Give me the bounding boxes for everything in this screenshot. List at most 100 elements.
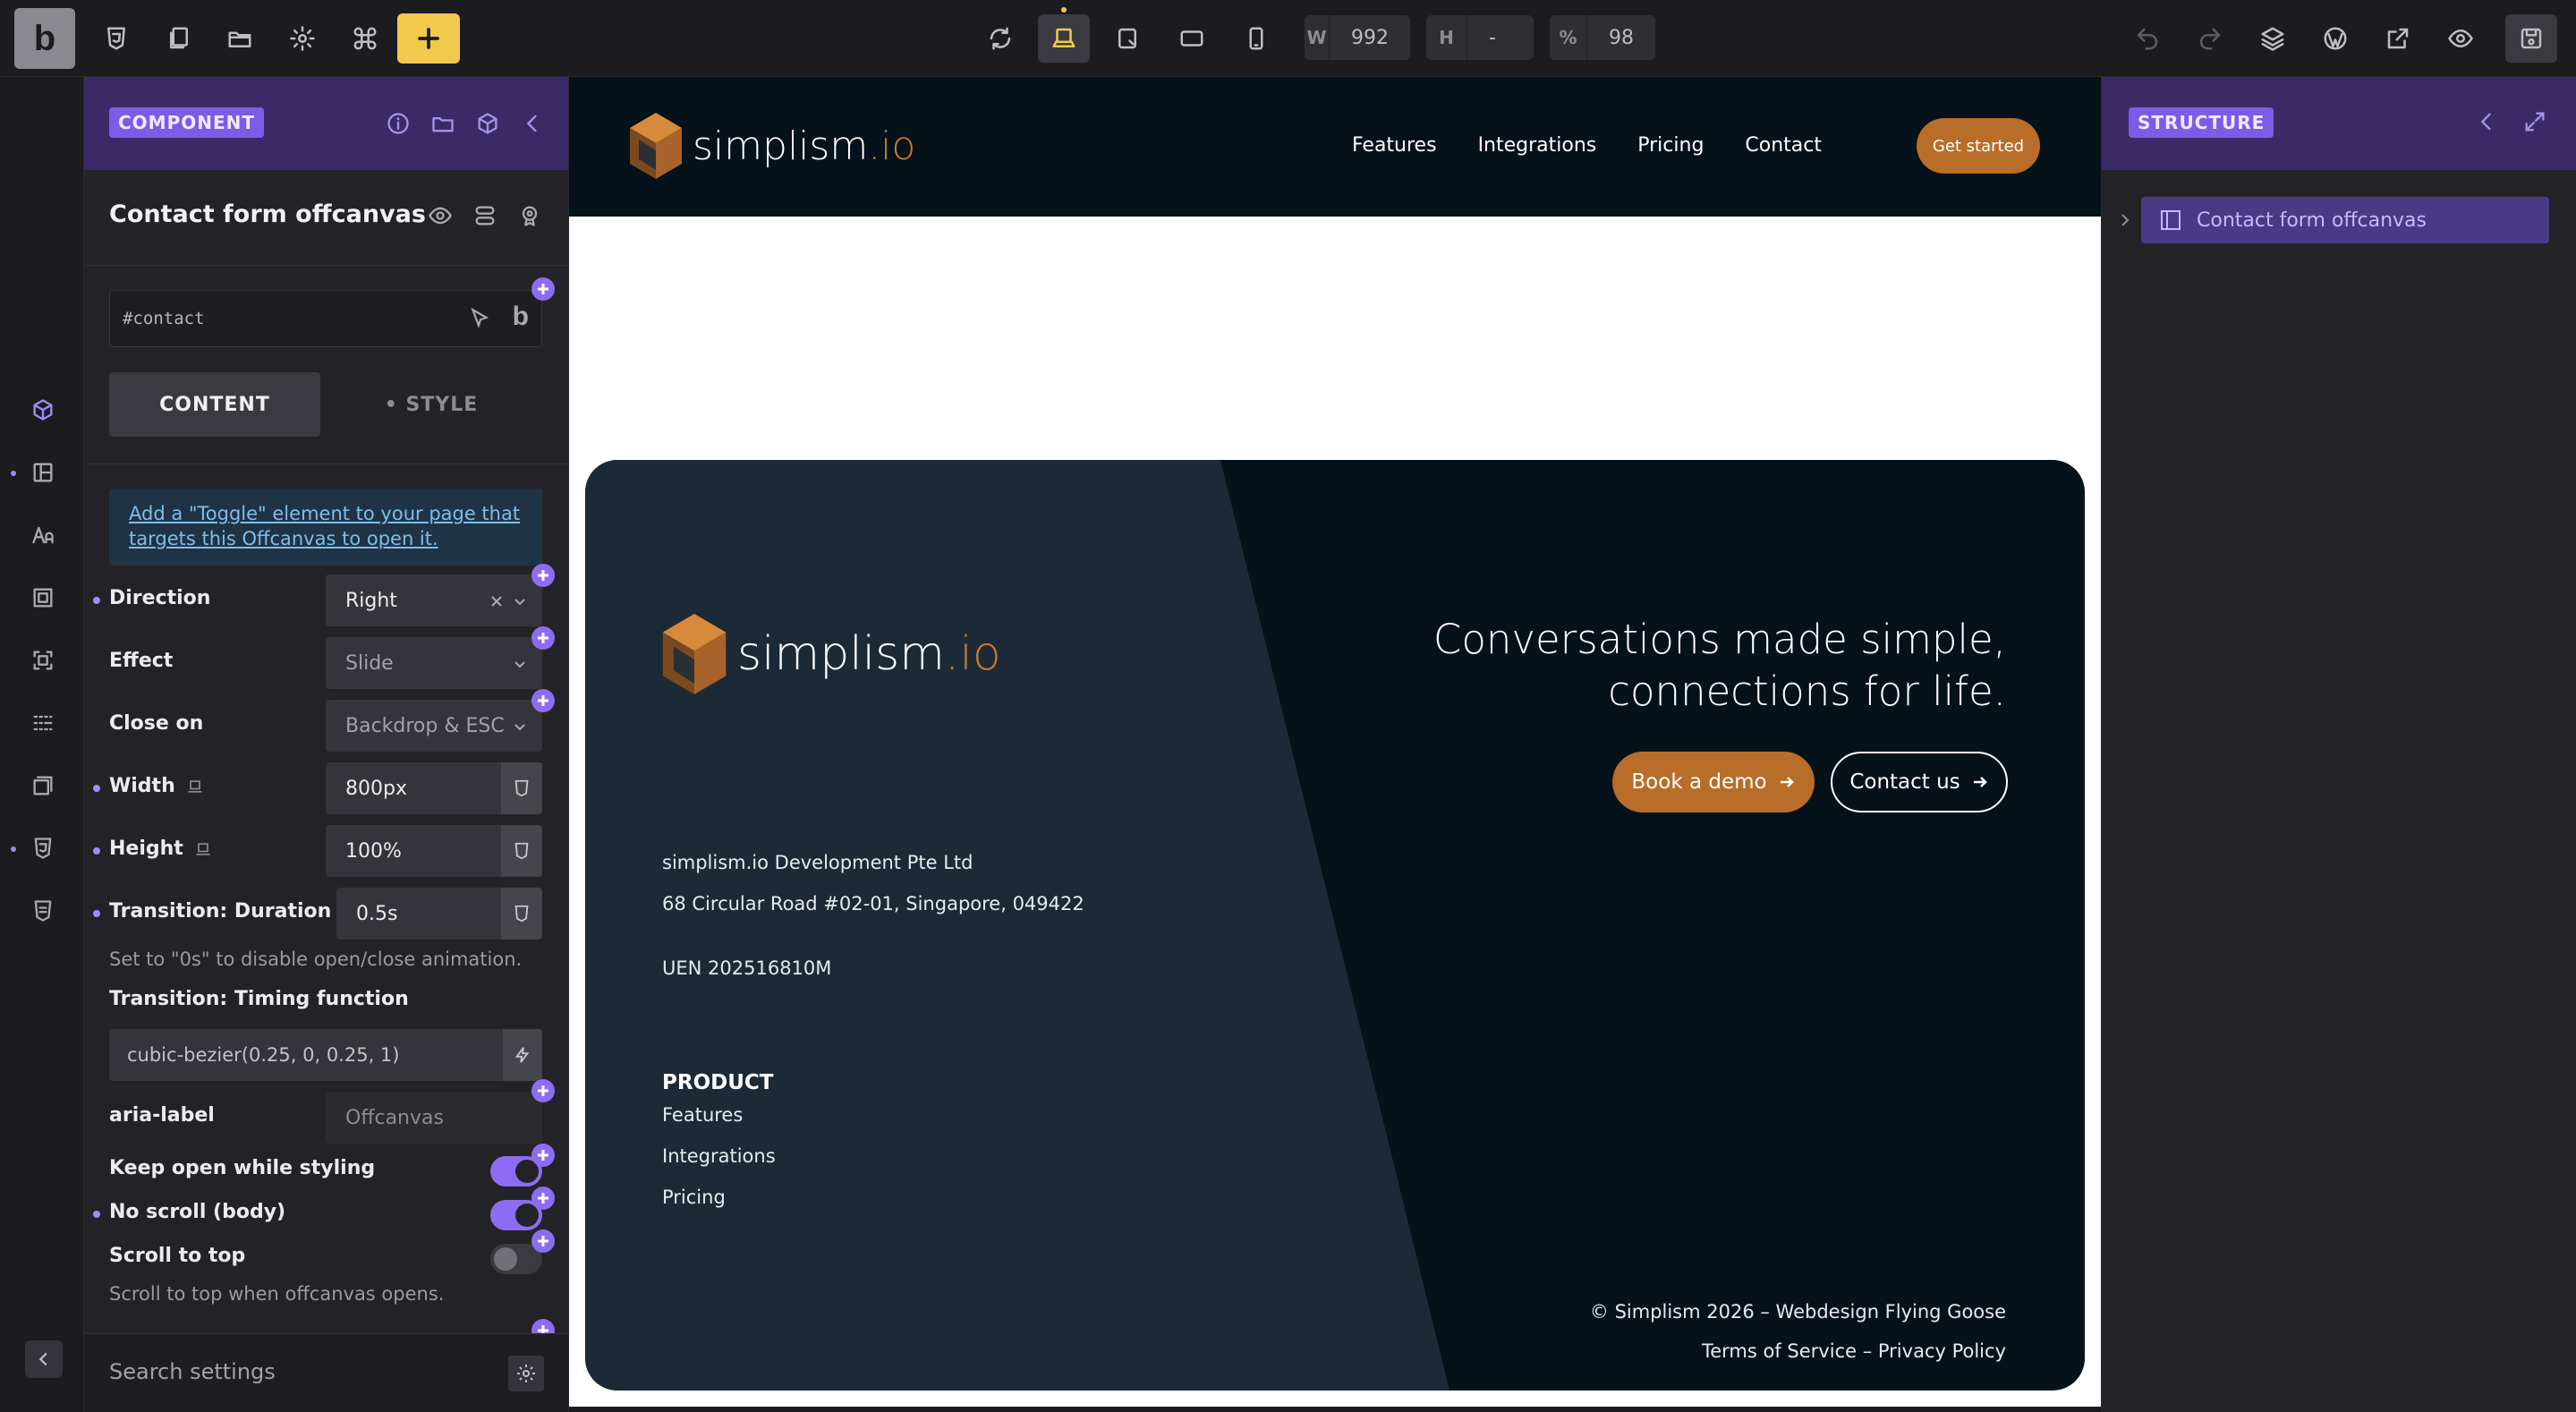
gear-icon[interactable] xyxy=(277,14,327,63)
page-preview[interactable]: simplism.io Features Integrations Pricin… xyxy=(569,77,2101,1407)
add-plus-icon[interactable] xyxy=(531,1079,555,1102)
height-input[interactable]: H - xyxy=(1426,15,1534,60)
site-logo[interactable]: simplism.io xyxy=(630,113,915,179)
aria-label-input[interactable]: Offcanvas xyxy=(326,1092,542,1144)
chevron-down-icon xyxy=(512,592,528,608)
site-footer[interactable]: simplism.io Conversations made simple, c… xyxy=(585,460,2085,1391)
tablet-portrait-icon[interactable] xyxy=(1167,14,1217,63)
nav-link-contact[interactable]: Contact xyxy=(1745,134,1822,157)
tab-content[interactable]: CONTENT xyxy=(109,372,320,437)
gear-icon[interactable] xyxy=(508,1356,544,1391)
timing-function-input[interactable]: cubic-bezier(0.25, 0, 0.25, 1) xyxy=(109,1029,503,1081)
chevron-left-icon[interactable] xyxy=(518,109,547,138)
arrow-right-icon xyxy=(1780,777,1794,787)
site-header[interactable]: simplism.io Features Integrations Pricin… xyxy=(569,77,2101,217)
duration-input[interactable]: 0.5s xyxy=(336,888,501,940)
css-shield-icon[interactable] xyxy=(25,830,61,866)
get-started-button[interactable]: Get started xyxy=(1917,118,2040,174)
css-var-shield-icon[interactable] xyxy=(501,825,542,877)
css-var-shield-icon[interactable] xyxy=(501,888,542,940)
expand-icon[interactable] xyxy=(2522,109,2549,136)
background-icon[interactable] xyxy=(25,580,61,616)
nav-link-pricing[interactable]: Pricing xyxy=(1637,134,1704,157)
contact-us-button[interactable]: Contact us xyxy=(1831,752,2008,812)
wordpress-icon[interactable] xyxy=(2310,14,2360,63)
layers-icon[interactable] xyxy=(2248,14,2298,63)
transform-icon[interactable] xyxy=(25,768,61,804)
zoom-input[interactable]: % 98 xyxy=(1550,15,1655,60)
add-plus-icon[interactable] xyxy=(531,626,555,650)
modified-dot xyxy=(93,597,100,604)
save-icon[interactable] xyxy=(2505,14,2557,63)
dynamic-data-bolt-icon[interactable] xyxy=(503,1029,542,1081)
add-plus-icon[interactable] xyxy=(531,1187,555,1210)
collapse-panel-button[interactable] xyxy=(25,1340,63,1378)
logo-mark-icon xyxy=(630,113,682,179)
add-plus-icon[interactable] xyxy=(531,1144,555,1167)
clear-x-icon[interactable] xyxy=(489,592,505,608)
nav-link-features[interactable]: Features xyxy=(1352,134,1437,157)
element-cube-icon[interactable] xyxy=(25,392,61,428)
width-input[interactable]: W 992 xyxy=(1305,15,1410,60)
footer-logo[interactable]: simplism.io xyxy=(662,614,1001,694)
chevron-down-icon xyxy=(512,718,528,734)
add-plus-icon[interactable] xyxy=(531,689,555,712)
footer-link-integrations[interactable]: Integrations xyxy=(662,1145,776,1167)
toggle-info-link[interactable]: Add a "Toggle" element to your page that… xyxy=(109,489,542,566)
add-element-button[interactable] xyxy=(397,13,460,64)
folder-icon[interactable] xyxy=(429,109,457,138)
component-title: Contact form offcanvas xyxy=(109,200,426,228)
bricks-b-icon[interactable]: b xyxy=(513,302,529,332)
typography-icon[interactable] xyxy=(25,517,61,553)
mobile-icon[interactable] xyxy=(1231,14,1281,63)
add-plus-icon[interactable] xyxy=(531,1229,555,1253)
component-badge: COMPONENT xyxy=(109,107,265,138)
css-shield-icon[interactable] xyxy=(91,14,141,63)
info-icon[interactable] xyxy=(384,109,412,138)
width-input[interactable]: 800px xyxy=(326,762,501,814)
legal-links[interactable]: Terms of Service – Privacy Policy xyxy=(1702,1340,2006,1362)
close-on-select[interactable]: Backdrop & ESC xyxy=(326,700,542,752)
footer-link-pricing[interactable]: Pricing xyxy=(662,1187,726,1208)
refresh-icon[interactable] xyxy=(975,14,1025,63)
css-id-field[interactable]: #contact b xyxy=(109,290,542,347)
css-var-shield-icon[interactable] xyxy=(501,762,542,814)
add-class-plus-icon[interactable] xyxy=(531,277,555,301)
builder-canvas: simplism.io Features Integrations Pricin… xyxy=(569,77,2101,1412)
nav-link-integrations[interactable]: Integrations xyxy=(1478,134,1597,157)
modified-dot xyxy=(93,847,100,855)
spacing-grid-icon[interactable] xyxy=(25,705,61,741)
effect-label: Effect xyxy=(109,650,174,672)
undo-icon[interactable] xyxy=(2122,14,2172,63)
redo-icon[interactable] xyxy=(2185,14,2235,63)
border-icon[interactable] xyxy=(25,642,61,678)
pages-icon[interactable] xyxy=(154,14,204,63)
height-input[interactable]: 100% xyxy=(326,825,501,877)
laptop-breakpoint-icon xyxy=(188,779,202,793)
add-plus-icon[interactable] xyxy=(531,564,555,587)
visibility-eye-icon[interactable] xyxy=(427,202,454,229)
tab-style[interactable]: • STYLE xyxy=(320,372,542,437)
preview-eye-icon[interactable] xyxy=(2436,14,2486,63)
effect-select[interactable]: Slide xyxy=(326,637,542,689)
laptop-breakpoint-icon[interactable] xyxy=(1038,14,1090,63)
chevron-right-icon[interactable] xyxy=(2116,211,2134,229)
interactions-icon[interactable] xyxy=(516,202,543,229)
search-settings-input[interactable]: Search settings xyxy=(109,1359,276,1384)
bricks-logo[interactable]: b xyxy=(14,8,75,69)
component-cube-icon[interactable] xyxy=(473,109,502,138)
footer-link-features[interactable]: Features xyxy=(662,1104,743,1126)
structure-item-offcanvas[interactable]: Contact form offcanvas xyxy=(2141,197,2549,243)
attributes-shield-icon[interactable] xyxy=(25,893,61,929)
direction-select[interactable]: Right xyxy=(326,574,542,626)
chevron-left-icon[interactable] xyxy=(2474,109,2501,136)
active-breakpoint-dot xyxy=(1061,7,1067,13)
folder-icon[interactable] xyxy=(215,14,265,63)
cursor-pointer-icon[interactable] xyxy=(468,307,493,332)
layout-icon[interactable] xyxy=(25,455,61,490)
conditions-icon[interactable] xyxy=(472,202,498,229)
command-icon[interactable] xyxy=(340,14,390,63)
external-link-icon[interactable] xyxy=(2373,14,2423,63)
book-demo-button[interactable]: Book a demo xyxy=(1612,752,1815,812)
tablet-landscape-icon[interactable] xyxy=(1102,14,1152,63)
